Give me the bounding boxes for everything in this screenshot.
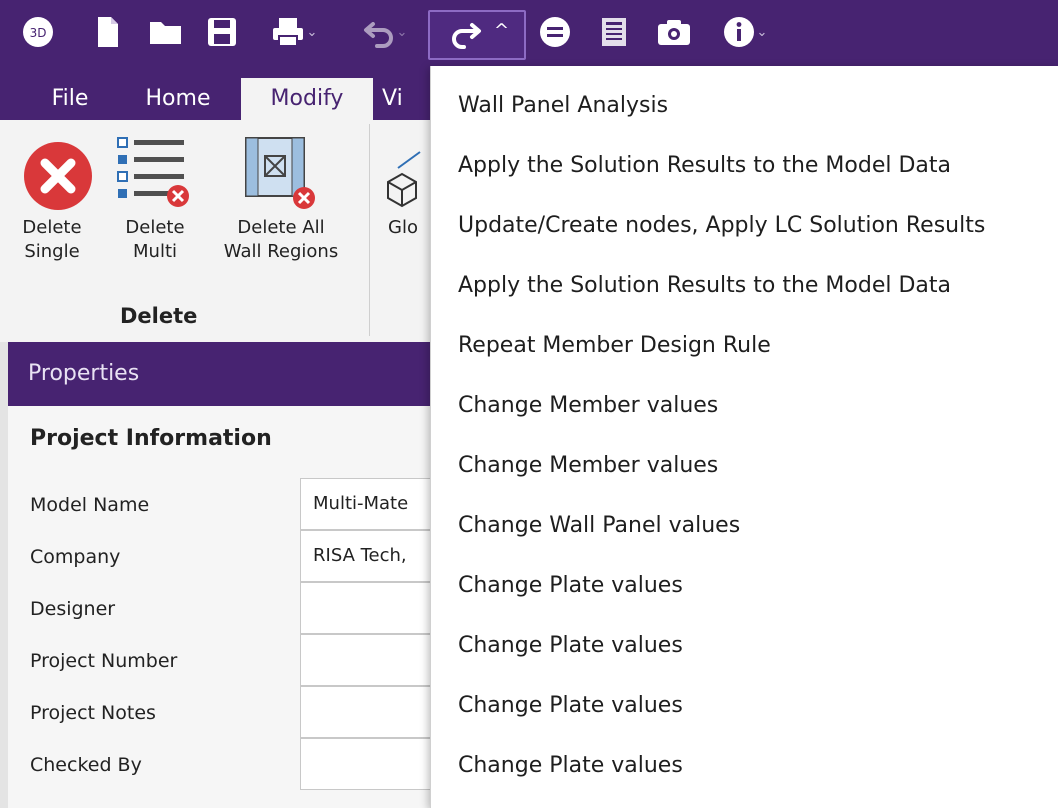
model-name-field[interactable]: Multi-Mate — [300, 478, 440, 530]
app-window: 3D ⌄ ⌄ ^ ⌄ File Home Modify Vi Delete Si… — [0, 0, 1058, 808]
chevron-up-icon: ^ — [494, 20, 510, 41]
chevron-down-icon: ⌄ — [396, 24, 408, 40]
group-separator — [369, 124, 370, 336]
property-label: Checked By — [30, 754, 142, 776]
properties-panel: Project Information Model Name Multi-Mat… — [8, 406, 440, 808]
ribbon-panel: Delete Single Delete Multi Delete All Wa… — [0, 120, 430, 343]
menu-item[interactable]: Change Member values — [431, 376, 1058, 436]
project-number-field[interactable] — [300, 634, 440, 686]
undo-button[interactable]: ⌄ — [352, 14, 418, 50]
undo-icon — [363, 22, 393, 48]
svg-text:3D: 3D — [30, 26, 47, 40]
delete-circle-icon — [24, 142, 92, 210]
3d-icon: 3D — [23, 17, 53, 47]
new-file-button[interactable] — [90, 14, 126, 50]
checked-by-field[interactable] — [300, 738, 440, 790]
print-icon — [272, 18, 303, 47]
menu-item[interactable]: Change Member values — [431, 436, 1058, 496]
property-label: Model Name — [30, 494, 150, 516]
delete-multi-label: Delete Multi — [125, 217, 185, 262]
property-label: Designer — [30, 598, 116, 620]
delete-wall-region-icon — [245, 137, 315, 209]
chevron-down-icon: ⌄ — [756, 24, 768, 40]
menu-item[interactable]: Change Wall Panel values — [431, 496, 1058, 556]
redo-icon — [452, 23, 481, 49]
tab-file[interactable]: File — [30, 78, 110, 120]
chevron-down-icon: ⌄ — [306, 24, 318, 40]
delete-all-wall-regions-label: Delete All Wall Regions — [223, 217, 339, 262]
menu-item[interactable]: Change Plate values — [431, 736, 1058, 796]
open-folder-icon — [150, 22, 181, 44]
report-button[interactable] — [596, 14, 632, 50]
menu-item[interactable]: Change Plate values — [431, 676, 1058, 736]
delete-list-icon — [117, 137, 189, 207]
info-button[interactable]: ⌄ — [714, 14, 776, 50]
delete-all-wall-regions-button[interactable] — [236, 132, 320, 216]
menu-item[interactable]: Apply the Solution Results to the Model … — [431, 256, 1058, 316]
delete-single-button[interactable] — [18, 136, 98, 216]
property-label: Company — [30, 546, 121, 568]
quick-access-toolbar: 3D ⌄ ⌄ ^ ⌄ — [0, 0, 1058, 66]
redo-button[interactable]: ^ — [428, 10, 526, 60]
save-icon — [208, 18, 236, 46]
tab-modify[interactable]: Modify — [241, 78, 373, 120]
group-label-delete: Delete — [120, 304, 198, 328]
properties-header: Properties — [8, 342, 430, 406]
project-notes-field[interactable] — [300, 686, 440, 738]
print-button[interactable]: ⌄ — [262, 14, 326, 50]
global-axes-icon — [387, 151, 421, 208]
3d-view-button[interactable]: 3D — [20, 14, 56, 50]
menu-item[interactable]: Apply the Solution Results to the Model … — [431, 136, 1058, 196]
tab-view[interactable]: Vi — [382, 78, 430, 120]
global-button[interactable] — [384, 138, 430, 212]
delete-single-label: Delete Single — [22, 217, 82, 262]
solve-icon — [540, 17, 570, 47]
report-icon — [602, 18, 626, 46]
menu-item[interactable]: Change Plate values — [431, 556, 1058, 616]
section-title: Project Information — [30, 426, 272, 451]
camera-icon — [658, 20, 690, 45]
redo-history-menu: Wall Panel Analysis Apply the Solution R… — [430, 66, 1058, 808]
property-label: Project Notes — [30, 702, 156, 724]
designer-field[interactable] — [300, 582, 440, 634]
camera-button[interactable] — [654, 14, 694, 50]
tab-home[interactable]: Home — [130, 78, 226, 120]
company-field[interactable]: RISA Tech, — [300, 530, 440, 582]
new-file-icon — [98, 17, 118, 47]
open-button[interactable] — [146, 14, 186, 50]
menu-item[interactable]: Update/Create nodes, Apply LC Solution R… — [431, 196, 1058, 256]
solve-button[interactable] — [536, 14, 574, 50]
save-button[interactable] — [203, 14, 241, 50]
property-label: Project Number — [30, 650, 178, 672]
delete-multi-button[interactable] — [112, 132, 192, 216]
ribbon-tabs: File Home Modify Vi — [0, 66, 430, 120]
menu-item[interactable]: Change Plate values — [431, 616, 1058, 676]
menu-item[interactable]: Wall Panel Analysis — [431, 76, 1058, 136]
panel-border — [0, 342, 8, 808]
menu-item[interactable]: Repeat Member Design Rule — [431, 316, 1058, 376]
global-label: Glo — [388, 217, 418, 238]
info-icon — [723, 17, 754, 47]
